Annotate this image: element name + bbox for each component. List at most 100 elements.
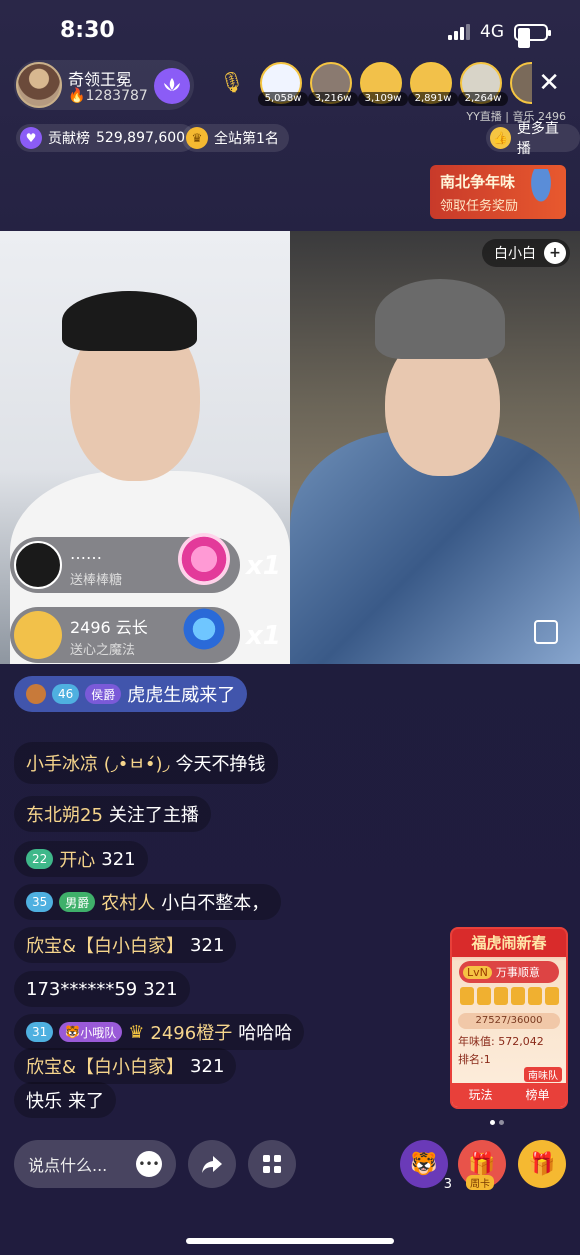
page-dots — [490, 1120, 504, 1125]
chat-text: 321 — [190, 1055, 225, 1077]
event-rank: 1 — [483, 1053, 491, 1066]
gift-notice: …… 送棒棒糖 x1 — [10, 533, 281, 593]
chat-message[interactable]: 快乐 来了 — [14, 1082, 116, 1118]
rank-badge: 侯爵 — [85, 684, 122, 704]
event-widget[interactable]: 福虎闹新春 LvN 万事顺意 27527/36000 年味值: 572,042 … — [450, 927, 568, 1109]
chat-message[interactable]: 东北朔25 关注了主播 — [14, 796, 211, 832]
contribution-pill[interactable]: ♥ 贡献榜 529,897,600 — [16, 124, 196, 152]
chat-message[interactable]: 31 🐯 小哦队 ♛ 2496橙子 哈哈哈 — [14, 1014, 305, 1050]
viewer-avatar[interactable]: 2,891w — [408, 62, 458, 106]
chat-message[interactable]: 35 男爵 农村人 小白不整本， — [14, 884, 282, 920]
chat-text: 321 — [190, 934, 225, 956]
tiger-icon: 🐯 — [410, 1151, 438, 1177]
chat-user: 开心 — [59, 850, 96, 871]
heart-icon: ♥ — [20, 127, 42, 149]
magic-heart-icon — [178, 603, 230, 655]
chat-message[interactable]: 22 开心 321 — [14, 841, 148, 877]
gift-button[interactable]: 🎁 — [518, 1140, 566, 1188]
viewer-avatar[interactable]: 3,109w — [358, 62, 408, 106]
chat-bubble-icon: ••• — [136, 1151, 162, 1177]
gift-sender-avatar — [14, 611, 62, 659]
level-badge: 22 — [26, 849, 54, 869]
chat-user: 东北朔25 — [26, 805, 103, 826]
event-value-row: 年味值: 572,042 — [452, 1033, 566, 1051]
chat-text: 关注了主播 — [108, 805, 199, 826]
gift-multiplier: x1 — [246, 621, 281, 651]
tiger-activity-button[interactable]: 🐯 3 — [400, 1140, 452, 1192]
chat-message[interactable]: 欣宝&【白小白家】 321 — [14, 927, 237, 963]
share-icon — [202, 1156, 222, 1173]
add-icon[interactable]: + — [544, 242, 566, 264]
chat-message[interactable]: 欣宝&【白小白家】 321 — [14, 1048, 237, 1084]
gift-multiplier: x1 — [246, 551, 281, 581]
close-icon[interactable]: ✕ — [538, 68, 560, 98]
event-value: 572,042 — [498, 1035, 544, 1048]
viewer-avatar[interactable]: 2,264w — [458, 62, 508, 106]
event-level-badge: LvN — [463, 965, 492, 979]
host-name: 奇领王冕 — [68, 70, 133, 89]
host-hair — [62, 291, 197, 351]
lotus-icon — [164, 78, 180, 91]
viewer-count: 2,891w — [408, 92, 458, 106]
chat-user: 欣宝&【白小白家】 — [26, 936, 185, 957]
signal-icon — [448, 24, 470, 40]
gift-action: 送心之魔法 — [70, 643, 136, 658]
level-badge: 35 — [26, 892, 54, 912]
viewer-avatar[interactable]: 3,216w — [308, 62, 358, 106]
chat-text: 来了 — [68, 1091, 104, 1112]
chat-user: 小手冰凉 (◞•̀ㅂ•́)◞ — [26, 754, 170, 775]
guest-hair — [375, 279, 505, 359]
site-rank-pill[interactable]: ♛ 全站第1名 — [182, 124, 289, 152]
entry-text: 虎虎生威来了 — [127, 685, 236, 706]
more-live-pill[interactable]: 👍 更多直播 — [486, 121, 580, 157]
grid-icon — [263, 1155, 281, 1173]
battery-icon — [514, 23, 551, 48]
viewer-count: 3,109w — [358, 92, 408, 106]
expand-icon[interactable] — [534, 620, 558, 644]
chat-user: 农村人 — [101, 893, 156, 914]
event-board-button[interactable]: 榜单 — [509, 1083, 566, 1107]
network-label: 4G — [480, 22, 504, 42]
event-progress: 27527/36000 — [458, 1013, 560, 1029]
chat-input[interactable]: 说点什么... ••• — [14, 1140, 176, 1188]
chat-message[interactable]: 小手冰凉 (◞•̀ㅂ•́)◞ 今天不挣钱 — [14, 742, 278, 784]
gift-action: 送棒棒糖 — [70, 573, 123, 588]
crown-icon: ♛ — [186, 127, 208, 149]
chat-user: 快乐 — [26, 1091, 62, 1112]
gift-sender-name: 2496 云长 — [70, 618, 148, 637]
follow-button[interactable] — [154, 68, 190, 104]
tiger-badge-icon — [26, 684, 46, 704]
guest-video[interactable]: 白小白 + — [290, 231, 580, 664]
chat-input-placeholder: 说点什么... — [28, 1156, 108, 1175]
viewer-avatar[interactable]: 5,058w — [258, 62, 308, 106]
viewer-list: 5,058w 3,216w 3,109w 2,891w 2,264w — [258, 62, 532, 106]
mic-link-icon[interactable]: 🎙 — [212, 70, 252, 100]
temple-icon — [524, 169, 558, 215]
viewer-count: 5,058w — [258, 92, 308, 106]
crown-icon: ♛ — [128, 1021, 145, 1043]
host-fans-count: 1283787 — [85, 88, 148, 104]
guest-tag[interactable]: 白小白 + — [482, 239, 570, 267]
level-badge: 46 — [52, 684, 80, 704]
host-video[interactable]: …… 送棒棒糖 x1 2496 云长 送心之魔法 x1 — [0, 231, 290, 664]
team-name: 小哦队 — [80, 1025, 117, 1040]
promo-banner[interactable]: 南北争年味 领取任务奖励 — [430, 165, 566, 219]
event-level-text: 万事顺意 — [495, 966, 540, 979]
chat-text: 321 — [143, 978, 178, 1000]
event-level: LvN 万事顺意 — [459, 961, 559, 983]
team-badge: 🐯 小哦队 — [59, 1022, 123, 1042]
event-value-label: 年味值: — [458, 1035, 495, 1048]
entry-message[interactable]: 46 侯爵 虎虎生威来了 — [14, 676, 248, 712]
host-fans: 🔥1283787 — [68, 88, 148, 104]
lollipop-icon — [178, 533, 230, 585]
chat-message[interactable]: 173******59 321 — [14, 971, 190, 1007]
more-menu-button[interactable] — [248, 1140, 296, 1188]
viewer-avatar[interactable] — [510, 62, 532, 106]
event-rank-label: 排名: — [458, 1053, 484, 1066]
event-play-button[interactable]: 玩法 — [452, 1083, 509, 1107]
share-button[interactable] — [188, 1140, 236, 1188]
host-avatar[interactable] — [16, 62, 62, 108]
gift-notice: 2496 云长 送心之魔法 x1 — [10, 603, 281, 663]
weekly-card-button[interactable]: 🎁 周卡 — [458, 1140, 506, 1190]
rank-badge: 男爵 — [59, 892, 96, 912]
